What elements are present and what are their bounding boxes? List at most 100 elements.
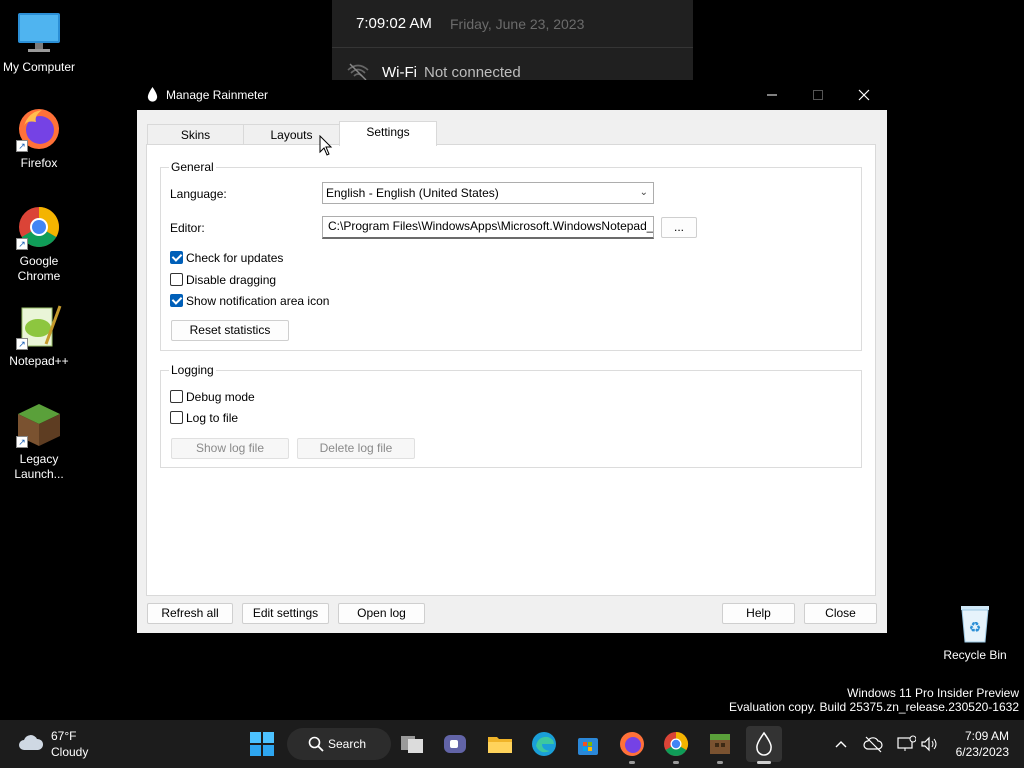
running-indicator bbox=[717, 761, 723, 764]
taskbar-clock-time[interactable]: 7:09 AM bbox=[965, 729, 1009, 743]
divider bbox=[332, 47, 693, 48]
shortcut-arrow-icon: ↗ bbox=[16, 436, 28, 448]
checkbox-label: Check for updates bbox=[186, 251, 284, 265]
teams-chat-icon[interactable] bbox=[441, 730, 469, 758]
close-icon bbox=[858, 89, 870, 101]
manage-rainmeter-window: Manage Rainmeter Skins Layouts Settings … bbox=[137, 80, 887, 633]
maximize-icon bbox=[813, 90, 823, 100]
file-explorer-icon[interactable] bbox=[486, 730, 514, 758]
checkbox-checked-icon bbox=[170, 294, 183, 307]
monitor-icon bbox=[16, 10, 62, 56]
running-indicator bbox=[629, 761, 635, 764]
rainmeter-taskbar-icon[interactable] bbox=[746, 726, 782, 762]
tab-strip: Skins Layouts Settings bbox=[147, 121, 877, 146]
help-button[interactable]: Help bbox=[722, 603, 795, 624]
show-log-file-button[interactable]: Show log file bbox=[171, 438, 289, 459]
flyout-date: Friday, June 23, 2023 bbox=[450, 16, 585, 32]
checkbox-label: Log to file bbox=[186, 411, 239, 425]
desktop: My Computer ↗ Firefox ↗ Google Chrome ↗ … bbox=[0, 0, 1024, 720]
checkbox-unchecked-icon bbox=[170, 411, 183, 424]
logging-group: Logging Debug mode Log to file Show log … bbox=[160, 363, 862, 468]
desktop-icon-google-chrome[interactable]: ↗ Google Chrome bbox=[0, 204, 78, 284]
language-label: Language: bbox=[170, 187, 227, 201]
checkbox-label: Disable dragging bbox=[186, 273, 277, 287]
taskbar: 67°F Cloudy Search 7:09 AM 6/23/2023 bbox=[0, 720, 1024, 768]
desktop-icon-legacy-launcher[interactable]: ↗ Legacy Launch... bbox=[0, 402, 78, 482]
chrome-taskbar-icon[interactable] bbox=[662, 730, 690, 758]
windows-logo-icon bbox=[250, 732, 274, 756]
language-value: English - English (United States) bbox=[326, 186, 499, 200]
delete-log-file-button[interactable]: Delete log file bbox=[297, 438, 415, 459]
taskbar-search[interactable]: Search bbox=[287, 728, 391, 760]
cloud-icon[interactable] bbox=[18, 733, 44, 751]
logging-legend: Logging bbox=[169, 363, 216, 377]
checkbox-unchecked-icon bbox=[170, 390, 183, 403]
desktop-icon-label: Legacy Launch... bbox=[14, 452, 64, 481]
checkbox-unchecked-icon bbox=[170, 273, 183, 286]
checkbox-label: Debug mode bbox=[186, 390, 255, 404]
search-label: Search bbox=[328, 737, 367, 751]
weather-temperature[interactable]: 67°F bbox=[51, 729, 76, 743]
language-select[interactable]: English - English (United States) ⌄ bbox=[322, 182, 654, 204]
desktop-icon-label: Recycle Bin bbox=[943, 648, 1007, 662]
rainmeter-drop-icon bbox=[147, 87, 158, 103]
desktop-icon-label: Firefox bbox=[20, 156, 58, 170]
mouse-cursor-icon bbox=[319, 134, 333, 157]
svg-text:♻: ♻ bbox=[969, 619, 982, 635]
active-indicator bbox=[757, 761, 771, 764]
general-group: General Language: English - English (Uni… bbox=[160, 160, 862, 351]
clock-flyout: 7:09:02 AM Friday, June 23, 2023 Wi-Fi N… bbox=[332, 0, 693, 81]
tab-settings[interactable]: Settings bbox=[339, 121, 437, 146]
edge-icon[interactable] bbox=[530, 730, 558, 758]
close-button[interactable]: Close bbox=[804, 603, 877, 624]
volume-icon[interactable] bbox=[920, 735, 938, 753]
window-title: Manage Rainmeter bbox=[166, 88, 269, 102]
shortcut-arrow-icon: ↗ bbox=[16, 338, 28, 350]
minimize-icon bbox=[767, 94, 777, 96]
general-legend: General bbox=[169, 160, 216, 174]
task-view-icon[interactable] bbox=[398, 730, 426, 758]
network-icon[interactable] bbox=[896, 735, 917, 753]
desktop-icon-notepadpp[interactable]: ↗ Notepad++ bbox=[0, 304, 78, 369]
microsoft-store-icon[interactable] bbox=[574, 730, 602, 758]
windows-watermark: Windows 11 Pro Insider Preview Evaluatio… bbox=[729, 686, 1019, 714]
open-log-button[interactable]: Open log bbox=[338, 603, 425, 624]
firefox-taskbar-icon[interactable] bbox=[618, 730, 646, 758]
edit-settings-button[interactable]: Edit settings bbox=[242, 603, 329, 624]
desktop-icon-my-computer[interactable]: My Computer bbox=[0, 10, 78, 75]
shortcut-arrow-icon: ↗ bbox=[16, 140, 28, 152]
editor-label: Editor: bbox=[170, 221, 205, 235]
desktop-icon-label: Notepad++ bbox=[9, 354, 69, 368]
chevron-down-icon: ⌄ bbox=[639, 187, 648, 198]
watermark-line: Evaluation copy. Build 25375.zn_release.… bbox=[729, 700, 1019, 714]
firefox-icon: ↗ bbox=[16, 106, 62, 152]
close-window-button[interactable] bbox=[841, 80, 887, 110]
minecraft-grass-block-icon: ↗ bbox=[16, 402, 62, 448]
tab-skins[interactable]: Skins bbox=[147, 124, 244, 145]
editor-path-field[interactable]: C:\Program Files\WindowsApps\Microsoft.W… bbox=[322, 216, 654, 239]
minecraft-launcher-taskbar-icon[interactable] bbox=[706, 730, 734, 758]
settings-panel: General Language: English - English (Uni… bbox=[146, 144, 876, 596]
reset-statistics-button[interactable]: Reset statistics bbox=[171, 320, 289, 341]
browse-editor-button[interactable]: ... bbox=[661, 217, 697, 238]
checkbox-label: Show notification area icon bbox=[186, 294, 330, 308]
notepadpp-icon: ↗ bbox=[16, 304, 62, 350]
desktop-icon-firefox[interactable]: ↗ Firefox bbox=[0, 106, 78, 171]
minimize-button[interactable] bbox=[749, 80, 795, 110]
desktop-icon-label: Google Chrome bbox=[17, 254, 61, 283]
checkbox-checked-icon bbox=[170, 251, 183, 264]
running-indicator bbox=[673, 761, 679, 764]
watermark-line: Windows 11 Pro Insider Preview bbox=[847, 686, 1019, 700]
weather-condition[interactable]: Cloudy bbox=[51, 745, 88, 759]
refresh-all-button[interactable]: Refresh all bbox=[147, 603, 233, 624]
taskbar-clock-date[interactable]: 6/23/2023 bbox=[956, 745, 1009, 759]
chrome-icon: ↗ bbox=[16, 204, 62, 250]
wifi-off-icon bbox=[346, 62, 370, 81]
desktop-icon-recycle-bin[interactable]: ♻ Recycle Bin bbox=[936, 598, 1014, 663]
cloud-offline-icon[interactable] bbox=[863, 735, 883, 753]
start-button[interactable] bbox=[248, 730, 276, 758]
show-hidden-icons-chevron-up-icon[interactable] bbox=[832, 735, 850, 753]
maximize-button[interactable] bbox=[795, 80, 841, 110]
flyout-time: 7:09:02 AM bbox=[356, 15, 432, 32]
window-titlebar[interactable]: Manage Rainmeter bbox=[137, 80, 887, 110]
